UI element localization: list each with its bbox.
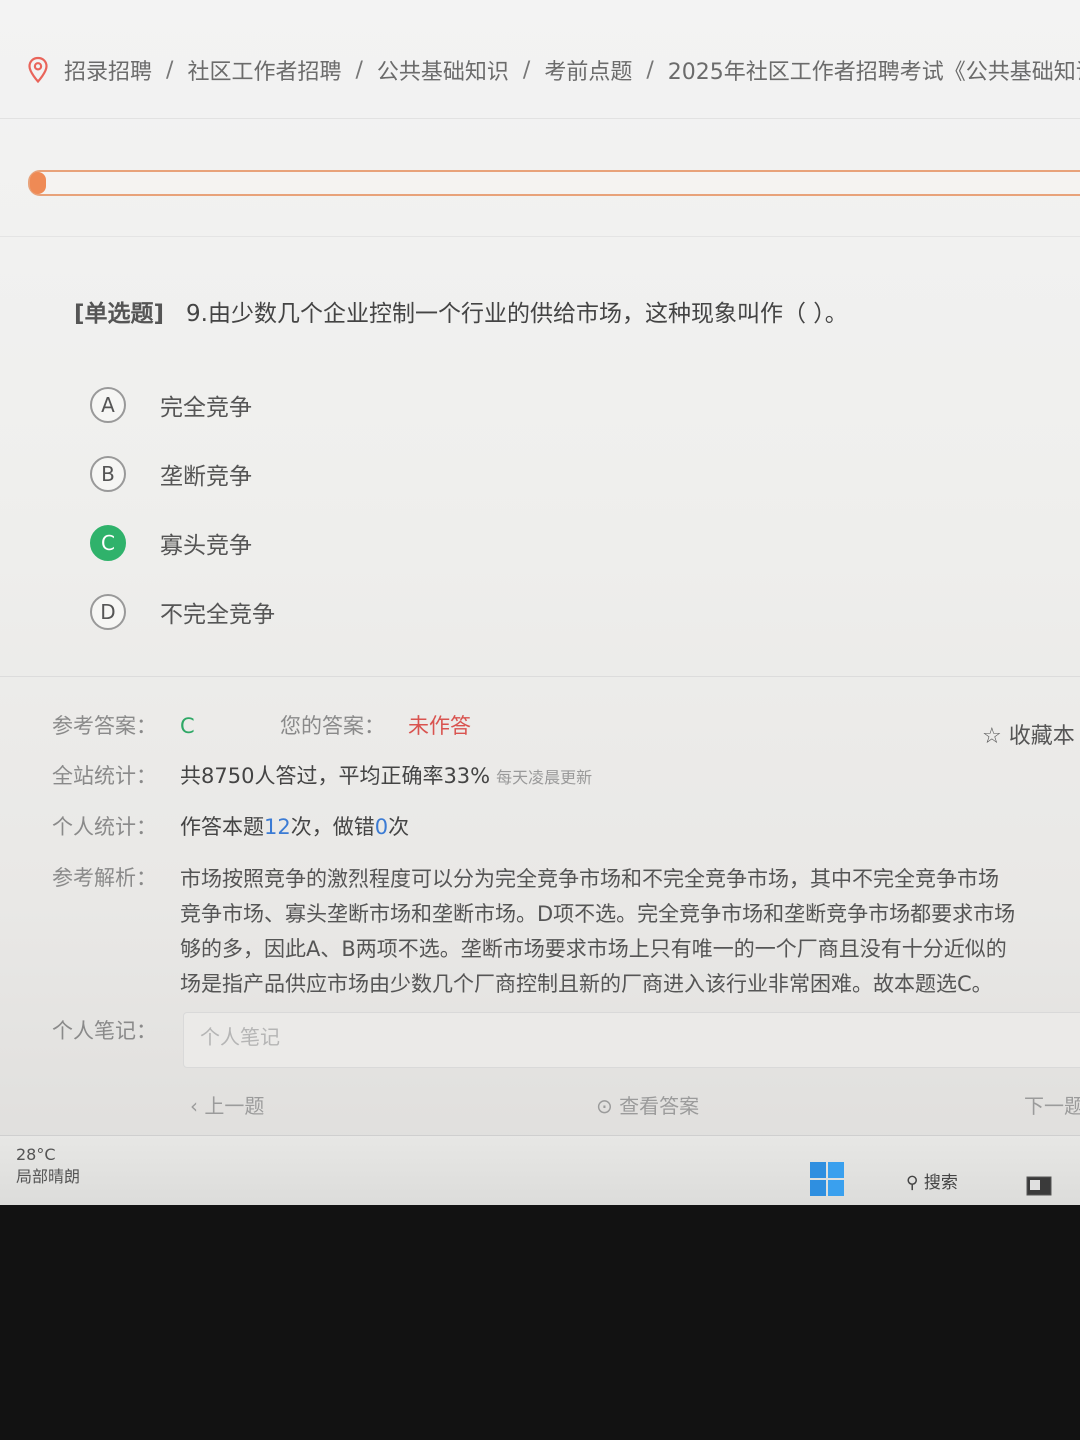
- comment-icon: ⊙: [596, 1094, 613, 1118]
- wrong-count: 0: [374, 815, 389, 839]
- option-c[interactable]: C 寡头竞争: [90, 523, 275, 563]
- site-stats-note: 每天凌晨更新: [496, 768, 593, 787]
- progress-fill: [30, 172, 46, 194]
- divider: [0, 676, 1080, 677]
- personal-stats-row: 个人统计： 作答本题12次，做错0次: [52, 811, 409, 841]
- ref-answer-label: 参考答案：: [52, 714, 157, 738]
- breadcrumb-separator: /: [646, 57, 654, 83]
- taskbar: 28°C 局部晴朗 ⚲ 搜索: [0, 1135, 1080, 1205]
- site-stats-row: 全站统计： 共8750人答过，平均正确率33% 每天凌晨更新: [52, 760, 592, 790]
- breadcrumb-separator: /: [166, 57, 174, 83]
- personal-stats-text: 作答本题: [180, 815, 264, 839]
- site-stats-text: 共8750人答过，平均正确率33%: [180, 764, 491, 788]
- prev-question-button[interactable]: ‹ 上一题: [190, 1090, 264, 1119]
- your-answer-label: 您的答案：: [280, 714, 385, 738]
- answer-row: 参考答案： C 您的答案： 未作答: [52, 710, 471, 740]
- weather-condition: 局部晴朗: [16, 1167, 81, 1186]
- chevron-left-icon: ‹: [190, 1094, 198, 1118]
- task-view-icon[interactable]: [1026, 1176, 1052, 1196]
- analysis-line: 场是指产品供应市场由少数几个厂商控制且新的厂商进入该行业非常困难。故本题选C。: [180, 972, 993, 996]
- site-stats-label: 全站统计：: [52, 764, 157, 788]
- progress-bar: [28, 170, 1080, 196]
- breadcrumb-item[interactable]: 公共基础知识: [377, 54, 509, 86]
- option-b[interactable]: B 垄断竞争: [90, 454, 275, 494]
- divider: [0, 236, 1080, 237]
- search-label: 搜索: [923, 1173, 958, 1193]
- option-d[interactable]: D 不完全竞争: [90, 592, 275, 632]
- option-text[interactable]: 不完全竞争: [160, 595, 275, 629]
- option-text[interactable]: 垄断竞争: [160, 457, 252, 491]
- personal-stats-label: 个人统计：: [52, 815, 157, 839]
- breadcrumb-separator: /: [522, 57, 531, 83]
- prev-label: 上一题: [204, 1094, 265, 1118]
- taskbar-search[interactable]: ⚲ 搜索: [906, 1168, 958, 1193]
- breadcrumb-separator: /: [355, 57, 363, 83]
- note-input[interactable]: 个人笔记: [183, 1012, 1080, 1068]
- breadcrumb-item[interactable]: 社区工作者招聘: [187, 54, 341, 86]
- note-placeholder: 个人笔记: [200, 1025, 280, 1049]
- option-a[interactable]: A 完全竞争: [90, 385, 275, 425]
- favorite-button[interactable]: ☆ 收藏本: [982, 718, 1075, 750]
- option-letter[interactable]: D: [90, 594, 126, 630]
- favorite-label: 收藏本: [1008, 724, 1075, 749]
- view-answer-label: 查看答案: [619, 1094, 700, 1118]
- question-text: 9.由少数几个企业控制一个行业的供给市场，这种现象叫作（ ）。: [186, 301, 848, 327]
- breadcrumb-item[interactable]: 招录招聘: [64, 54, 152, 86]
- analysis-line: 竞争市场、寡头垄断市场和垄断市场。D项不选。完全竞争市场和垄断竞争市场都要求市场: [180, 902, 1016, 926]
- option-text[interactable]: 完全竞争: [160, 388, 252, 422]
- analysis-line: 市场按照竞争的激烈程度可以分为完全竞争市场和不完全竞争市场，其中不完全竞争市场: [180, 867, 999, 891]
- view-answer-button[interactable]: ⊙ 查看答案: [596, 1090, 699, 1119]
- weather-widget[interactable]: 28°C 局部晴朗: [16, 1144, 80, 1188]
- answer-count: 12: [264, 815, 291, 839]
- personal-stats-text: 次: [388, 815, 410, 839]
- options-list: A 完全竞争 B 垄断竞争 C 寡头竞争 D 不完全竞争: [90, 385, 275, 661]
- analysis-label: 参考解析：: [52, 866, 157, 890]
- analysis-label-row: 参考解析：: [52, 862, 180, 892]
- windows-start-icon[interactable]: [810, 1162, 844, 1196]
- option-text[interactable]: 寡头竞争: [160, 526, 252, 560]
- option-letter[interactable]: A: [90, 387, 126, 423]
- browser-screen: 招录招聘 / 社区工作者招聘 / 公共基础知识 / 考前点题 / 2025年社区…: [0, 0, 1080, 1205]
- next-label: 下一题: [1024, 1094, 1080, 1118]
- breadcrumb-item[interactable]: 考前点题: [544, 54, 632, 86]
- search-icon: ⚲: [906, 1173, 919, 1193]
- weather-temp: 28°C: [16, 1145, 56, 1164]
- breadcrumb: 招录招聘 / 社区工作者招聘 / 公共基础知识 / 考前点题 / 2025年社区…: [26, 50, 1080, 90]
- option-letter-selected[interactable]: C: [90, 525, 126, 561]
- breadcrumb-item-current: 2025年社区工作者招聘考试《公共基础知识》: [667, 60, 1080, 85]
- note-label: 个人笔记：: [52, 1019, 157, 1043]
- star-icon: ☆: [982, 724, 1002, 749]
- question: [单选题] 9.由少数几个企业控制一个行业的供给市场，这种现象叫作（ ）。: [74, 294, 1064, 328]
- personal-stats-text: 次，做错: [290, 815, 375, 839]
- your-answer-value: 未作答: [408, 714, 471, 738]
- next-question-button[interactable]: 下一题: [1024, 1090, 1080, 1119]
- analysis-text: 市场按照竞争的激烈程度可以分为完全竞争市场和不完全竞争市场，其中不完全竞争市场 …: [180, 862, 1080, 1002]
- location-pin-icon: [28, 56, 48, 84]
- note-label-row: 个人笔记：: [52, 1015, 180, 1045]
- ref-answer-value: C: [180, 714, 195, 738]
- question-type: [单选题]: [74, 301, 165, 327]
- divider: [0, 118, 1080, 119]
- analysis-line: 够的多，因此A、B两项不选。垄断市场要求市场上只有唯一的一个厂商且没有十分近似的: [180, 937, 1007, 961]
- option-letter[interactable]: B: [90, 456, 126, 492]
